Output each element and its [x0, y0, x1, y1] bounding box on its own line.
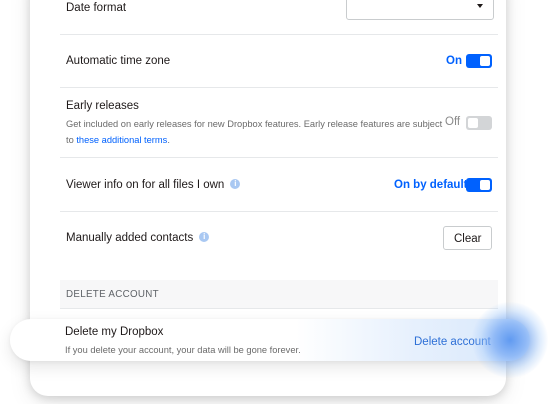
auto-timezone-label: Automatic time zone — [66, 55, 171, 67]
early-releases-row: Early releases Get included on early rel… — [60, 87, 498, 158]
contacts-row: Manually added contacts i Clear — [60, 211, 498, 266]
early-releases-label: Early releases — [66, 100, 139, 112]
info-icon[interactable]: i — [199, 231, 210, 242]
chevron-down-icon — [477, 4, 483, 8]
viewer-info-state: On by default — [394, 179, 468, 191]
viewer-info-toggle[interactable] — [466, 178, 492, 192]
toggle-knob — [468, 118, 478, 128]
early-releases-desc-suffix: . — [167, 135, 170, 145]
delete-dropbox-description: If you delete your account, your data wi… — [65, 345, 301, 355]
early-releases-desc-line1: Get included on early releases for new D… — [66, 119, 443, 129]
delete-account-heading: DELETE ACCOUNT — [66, 289, 159, 300]
date-format-row: Date format — [60, 0, 498, 35]
delete-dropbox-title: Delete my Dropbox — [65, 326, 164, 338]
contacts-label: Manually added contacts — [66, 232, 194, 244]
viewer-info-row: Viewer info on for all files I own i On b… — [60, 157, 498, 212]
info-icon[interactable]: i — [230, 178, 241, 189]
contacts-label-wrap: Manually added contacts i — [66, 231, 210, 244]
early-releases-desc-prefix: to — [66, 135, 77, 145]
toggle-knob — [480, 180, 490, 190]
delete-dropbox-row: Delete my Dropbox If you delete your acc… — [10, 319, 530, 361]
auto-timezone-state: On — [446, 55, 462, 67]
viewer-info-label: Viewer info on for all files I own — [66, 179, 225, 191]
settings-screen: Date format Automatic time zone On Early… — [0, 0, 555, 404]
auto-timezone-row: Automatic time zone On — [60, 34, 498, 88]
toggle-knob — [480, 56, 490, 66]
click-highlight — [472, 302, 548, 378]
additional-terms-link[interactable]: these additional terms — [76, 135, 167, 145]
date-format-label: Date format — [66, 2, 127, 14]
auto-timezone-toggle[interactable] — [466, 54, 492, 68]
early-releases-state: Off — [445, 116, 461, 128]
viewer-info-label-wrap: Viewer info on for all files I own i — [66, 178, 241, 191]
early-releases-description: Get included on early releases for new D… — [66, 116, 446, 148]
early-releases-toggle[interactable] — [466, 116, 492, 130]
clear-contacts-button[interactable]: Clear — [443, 226, 493, 250]
delete-account-section-header: DELETE ACCOUNT — [60, 280, 498, 309]
date-format-select[interactable] — [346, 0, 494, 20]
